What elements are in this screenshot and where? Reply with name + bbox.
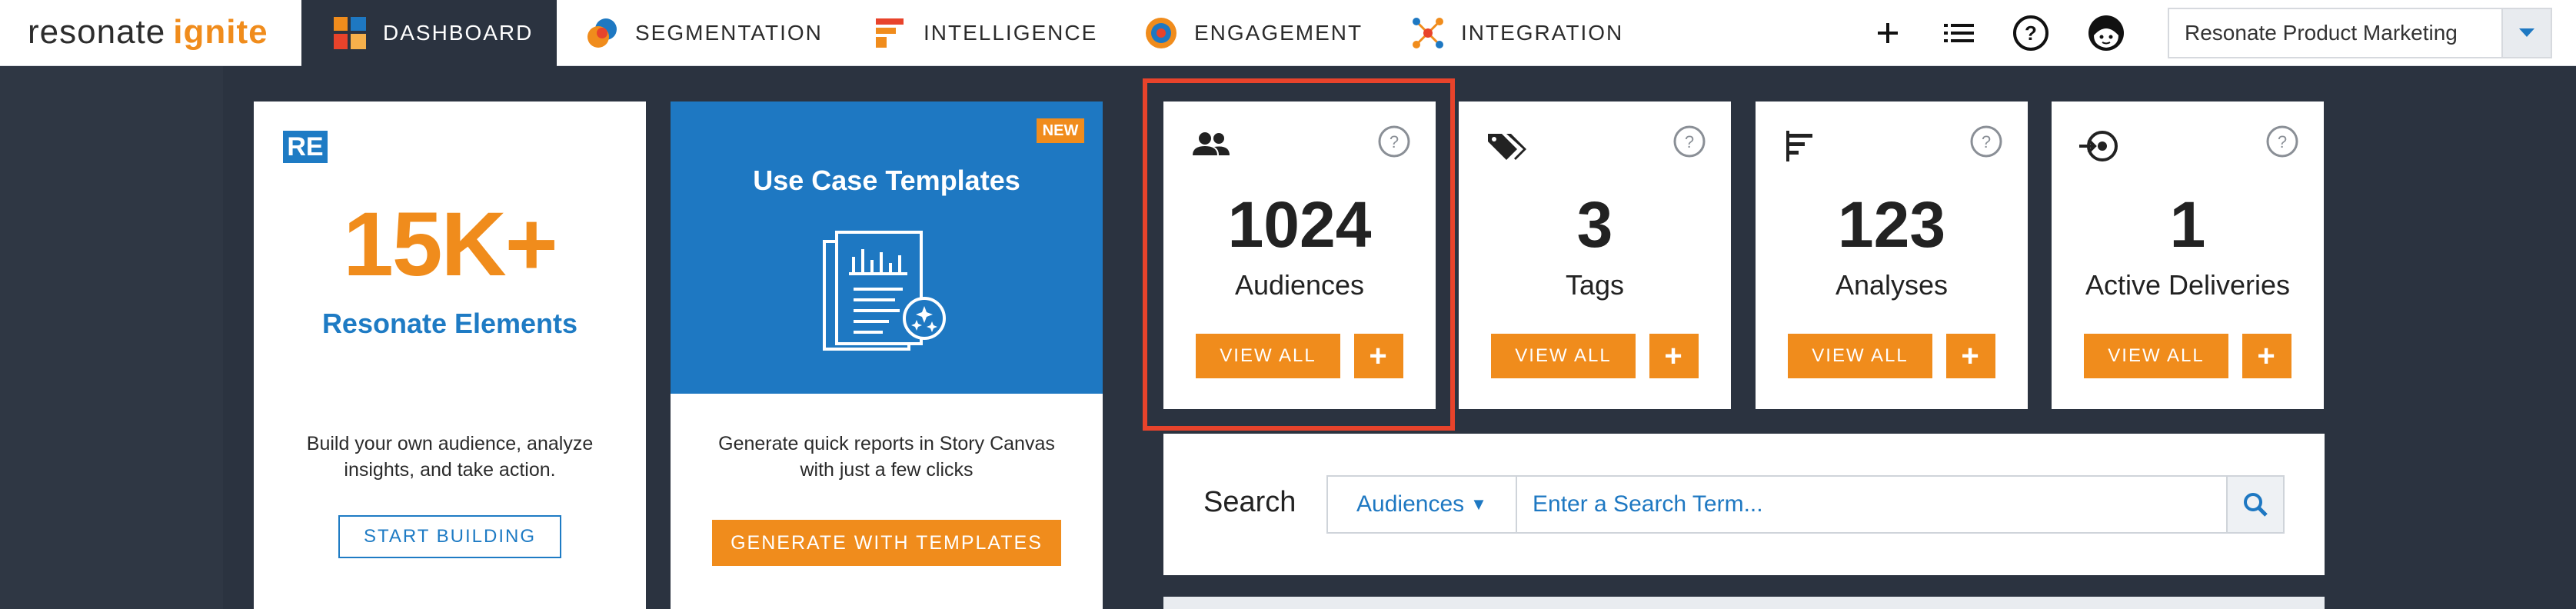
next-panel-edge xyxy=(1163,597,2325,609)
deliveries-icon xyxy=(2079,131,2118,161)
svg-text:?: ? xyxy=(2025,22,2037,45)
search-button[interactable] xyxy=(2226,477,2283,532)
search-input[interactable] xyxy=(1517,477,2226,532)
templates-title: Use Case Templates xyxy=(753,165,1020,196)
list-icon[interactable] xyxy=(1939,14,1978,52)
re-logo-badge: RE xyxy=(283,131,328,163)
active-deliveries-card: ? 1 Active Deliveries VIEW ALL + xyxy=(2052,102,2324,409)
account-name: Resonate Product Marketing xyxy=(2185,21,2458,45)
analyses-label: Analyses xyxy=(1835,269,1949,301)
logo-text-resonate: resonate xyxy=(28,13,166,51)
svg-text:?: ? xyxy=(1685,132,1694,151)
analyses-bars-icon xyxy=(1786,131,1812,161)
add-analysis-button[interactable]: + xyxy=(1946,334,1995,378)
help-icon[interactable]: ? xyxy=(1969,125,2003,158)
search-panel: Search Audiences ▼ xyxy=(1163,434,2325,575)
tab-integration-label: INTEGRATION xyxy=(1461,21,1624,45)
resonate-elements-card: RE 15K+ Resonate Elements Build your own… xyxy=(254,102,646,609)
tab-intelligence[interactable]: INTELLIGENCE xyxy=(873,0,1097,66)
new-badge: NEW xyxy=(1037,118,1084,143)
dashboard-grid-icon xyxy=(334,17,366,49)
tab-intelligence-label: INTELLIGENCE xyxy=(924,21,1098,45)
svg-text:?: ? xyxy=(1982,132,1991,151)
start-building-button[interactable]: START BUILDING xyxy=(338,515,561,558)
add-delivery-button[interactable]: + xyxy=(2242,334,2291,378)
tags-label: Tags xyxy=(1565,269,1625,301)
left-gutter xyxy=(0,66,223,609)
generate-with-templates-button[interactable]: GENERATE WITH TEMPLATES xyxy=(712,520,1061,566)
report-document-icon xyxy=(823,231,946,351)
tags-view-all-button[interactable]: VIEW ALL xyxy=(1491,334,1636,378)
top-nav: resonate ignite DASHBOARD SEGMENTATION I… xyxy=(0,0,2576,66)
add-tag-button[interactable]: + xyxy=(1649,334,1699,378)
tags-card: ? 3 Tags VIEW ALL + xyxy=(1459,102,1731,409)
templates-header: NEW Use Case Templates xyxy=(671,102,1103,394)
integration-network-icon xyxy=(1413,18,1443,48)
intelligence-bars-icon xyxy=(876,18,904,48)
analyses-view-all-button[interactable]: VIEW ALL xyxy=(1788,334,1932,378)
analyses-card: ? 123 Analyses VIEW ALL + xyxy=(1756,102,2028,409)
resonate-ignite-logo[interactable]: resonate ignite xyxy=(28,11,268,54)
account-selector[interactable]: Resonate Product Marketing xyxy=(2168,8,2552,58)
deliveries-view-all-button[interactable]: VIEW ALL xyxy=(2084,334,2228,378)
tab-engagement-label: ENGAGEMENT xyxy=(1194,21,1363,45)
search-scope-value: Audiences xyxy=(1356,491,1465,517)
search-label: Search xyxy=(1203,486,1296,518)
deliveries-count: 1 xyxy=(2169,188,2206,261)
segmentation-circles-icon xyxy=(587,18,617,48)
deliveries-label: Active Deliveries xyxy=(2085,269,2291,301)
tab-segmentation-label: SEGMENTATION xyxy=(635,21,823,45)
search-box: Audiences ▼ xyxy=(1326,475,2285,534)
use-case-templates-card: NEW Use Case Templates Generate quick re… xyxy=(671,102,1103,609)
help-icon[interactable]: ? xyxy=(1672,125,1706,158)
tab-engagement[interactable]: ENGAGEMENT xyxy=(1143,0,1363,66)
help-icon[interactable]: ? xyxy=(2012,14,2050,52)
user-avatar-icon[interactable] xyxy=(2087,14,2125,52)
caret-down-icon: ▼ xyxy=(1470,494,1487,514)
tags-icon xyxy=(1488,134,1526,160)
highlight-box xyxy=(1143,78,1455,431)
tab-integration[interactable]: INTEGRATION xyxy=(1410,0,1623,66)
search-scope-dropdown[interactable]: Audiences ▼ xyxy=(1328,477,1517,532)
elements-description: Build your own audience, analyze insight… xyxy=(306,433,594,481)
logo-text-ignite: ignite xyxy=(173,13,268,51)
plus-icon[interactable] xyxy=(1869,14,1907,52)
search-icon xyxy=(2244,493,2268,517)
tags-count: 3 xyxy=(1576,188,1613,261)
chevron-down-icon[interactable] xyxy=(2501,9,2551,57)
tab-segmentation[interactable]: SEGMENTATION xyxy=(584,0,823,66)
help-icon[interactable]: ? xyxy=(2265,125,2299,158)
analyses-count: 123 xyxy=(1837,188,1946,261)
tab-dashboard[interactable]: DASHBOARD xyxy=(301,0,557,66)
engagement-target-icon xyxy=(1146,18,1177,48)
tab-dashboard-label: DASHBOARD xyxy=(383,21,534,45)
elements-count: 15K+ xyxy=(343,194,557,295)
elements-title: Resonate Elements xyxy=(321,308,578,339)
templates-description: Generate quick reports in Story Canvas w… xyxy=(718,433,1055,481)
svg-text:?: ? xyxy=(2278,132,2287,151)
